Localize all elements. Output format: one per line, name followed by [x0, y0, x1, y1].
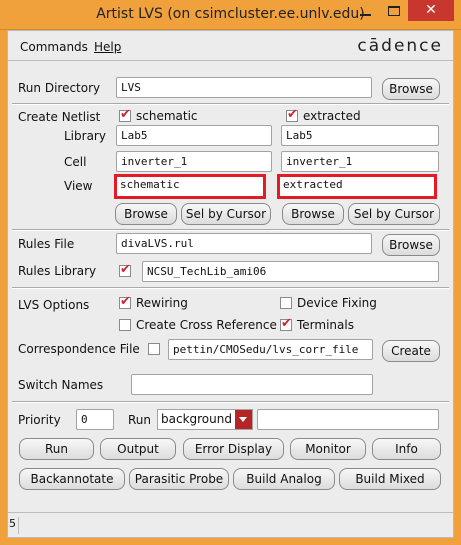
build-mixed-button[interactable]: Build Mixed	[339, 468, 441, 490]
switch-names-label: Switch Names	[18, 378, 104, 392]
schematic-browse-button[interactable]: Browse	[115, 203, 177, 225]
separator	[12, 401, 449, 403]
menu-bar: Commands Help cādence	[8, 31, 453, 61]
menu-help[interactable]: Help	[94, 40, 121, 54]
run-mode-extra-field[interactable]	[257, 409, 439, 430]
lvs-options-label: LVS Options	[18, 298, 90, 312]
schematic-cell-field[interactable]: inverter_1	[116, 151, 272, 172]
rules-file-field[interactable]: divaLVS.rul	[116, 233, 372, 254]
cadence-logo: cādence	[357, 36, 443, 56]
schematic-library-field[interactable]: Lab5	[116, 125, 272, 146]
output-button[interactable]: Output	[100, 438, 176, 460]
info-button[interactable]: Info	[372, 438, 441, 460]
rules-library-field[interactable]: NCSU_TechLib_ami06	[142, 261, 439, 282]
run-directory-browse-button[interactable]: Browse	[382, 78, 440, 100]
correspondence-create-button[interactable]: Create	[382, 340, 440, 362]
extracted-library-field[interactable]: Lab5	[281, 125, 439, 146]
monitor-button[interactable]: Monitor	[290, 438, 366, 460]
extracted-checkbox[interactable]	[286, 108, 298, 122]
priority-label: Priority	[18, 413, 61, 427]
parasitic-probe-button[interactable]: Parasitic Probe	[129, 468, 229, 490]
separator	[12, 103, 449, 105]
rules-library-checkbox[interactable]	[119, 263, 131, 277]
close-icon: ✕	[425, 2, 437, 18]
run-mode-label: Run	[128, 413, 152, 427]
switch-names-field[interactable]	[131, 374, 373, 395]
backannotate-button[interactable]: Backannotate	[19, 468, 125, 490]
window-frame: Commands Help cādence Run Directory LVS …	[0, 30, 461, 545]
terminals-label: Terminals	[297, 318, 354, 332]
correspondence-file-checkbox[interactable]	[148, 343, 160, 355]
schematic-checkbox[interactable]	[119, 108, 131, 122]
separator	[12, 287, 449, 289]
schematic-sel-by-cursor-button[interactable]: Sel by Cursor	[181, 203, 271, 225]
rules-file-browse-button[interactable]: Browse	[382, 234, 440, 256]
maximize-button[interactable]	[385, 4, 403, 18]
extracted-view-field[interactable]: extracted	[277, 174, 437, 199]
schematic-view-field[interactable]: schematic	[114, 174, 266, 199]
lvs-form: Commands Help cādence Run Directory LVS …	[7, 30, 454, 538]
view-label: View	[64, 179, 93, 193]
extracted-sel-by-cursor-button[interactable]: Sel by Cursor	[348, 203, 440, 225]
status-bar: 5	[8, 512, 453, 537]
terminals-checkbox[interactable]	[280, 317, 292, 331]
device-fixing-checkbox[interactable]	[280, 297, 292, 309]
create-cross-reference-label: Create Cross Reference	[136, 318, 277, 332]
rewiring-label: Rewiring	[136, 296, 188, 310]
create-netlist-label: Create Netlist	[18, 110, 101, 124]
run-directory-label: Run Directory	[18, 81, 101, 95]
rules-library-label: Rules Library	[18, 264, 97, 278]
separator	[12, 229, 449, 231]
dropdown-arrow-icon	[235, 410, 252, 429]
cell-label: Cell	[64, 155, 87, 169]
error-display-button[interactable]: Error Display	[183, 438, 284, 460]
device-fixing-label: Device Fixing	[297, 296, 377, 310]
extracted-checkbox-label: extracted	[303, 109, 361, 123]
create-cross-reference-checkbox[interactable]	[119, 319, 131, 331]
minimize-button[interactable]	[357, 4, 375, 18]
maximize-icon	[388, 6, 400, 16]
schematic-checkbox-label: schematic	[136, 109, 198, 123]
correspondence-file-field[interactable]: pettin/CMOSedu/lvs_corr_file	[168, 339, 373, 360]
build-analog-button[interactable]: Build Analog	[233, 468, 335, 490]
status-text	[22, 517, 447, 534]
close-button[interactable]: ✕	[408, 0, 454, 21]
rules-file-label: Rules File	[18, 237, 75, 251]
extracted-cell-field[interactable]: inverter_1	[281, 151, 439, 172]
menu-commands[interactable]: Commands	[20, 40, 88, 54]
minimize-icon	[360, 14, 371, 16]
status-number: 5	[9, 517, 19, 534]
run-mode-dropdown[interactable]: background	[157, 409, 253, 430]
correspondence-file-label: Correspondence File	[18, 342, 140, 356]
rewiring-checkbox[interactable]	[119, 295, 131, 309]
library-label: Library	[64, 129, 106, 143]
priority-field[interactable]: 0	[76, 409, 114, 430]
run-directory-field[interactable]: LVS	[116, 77, 372, 98]
extracted-browse-button[interactable]: Browse	[282, 203, 344, 225]
title-bar: Artist LVS (on csimcluster.ee.unlv.edu) …	[0, 0, 461, 30]
run-mode-selected: background	[161, 412, 232, 426]
run-button[interactable]: Run	[19, 438, 94, 460]
